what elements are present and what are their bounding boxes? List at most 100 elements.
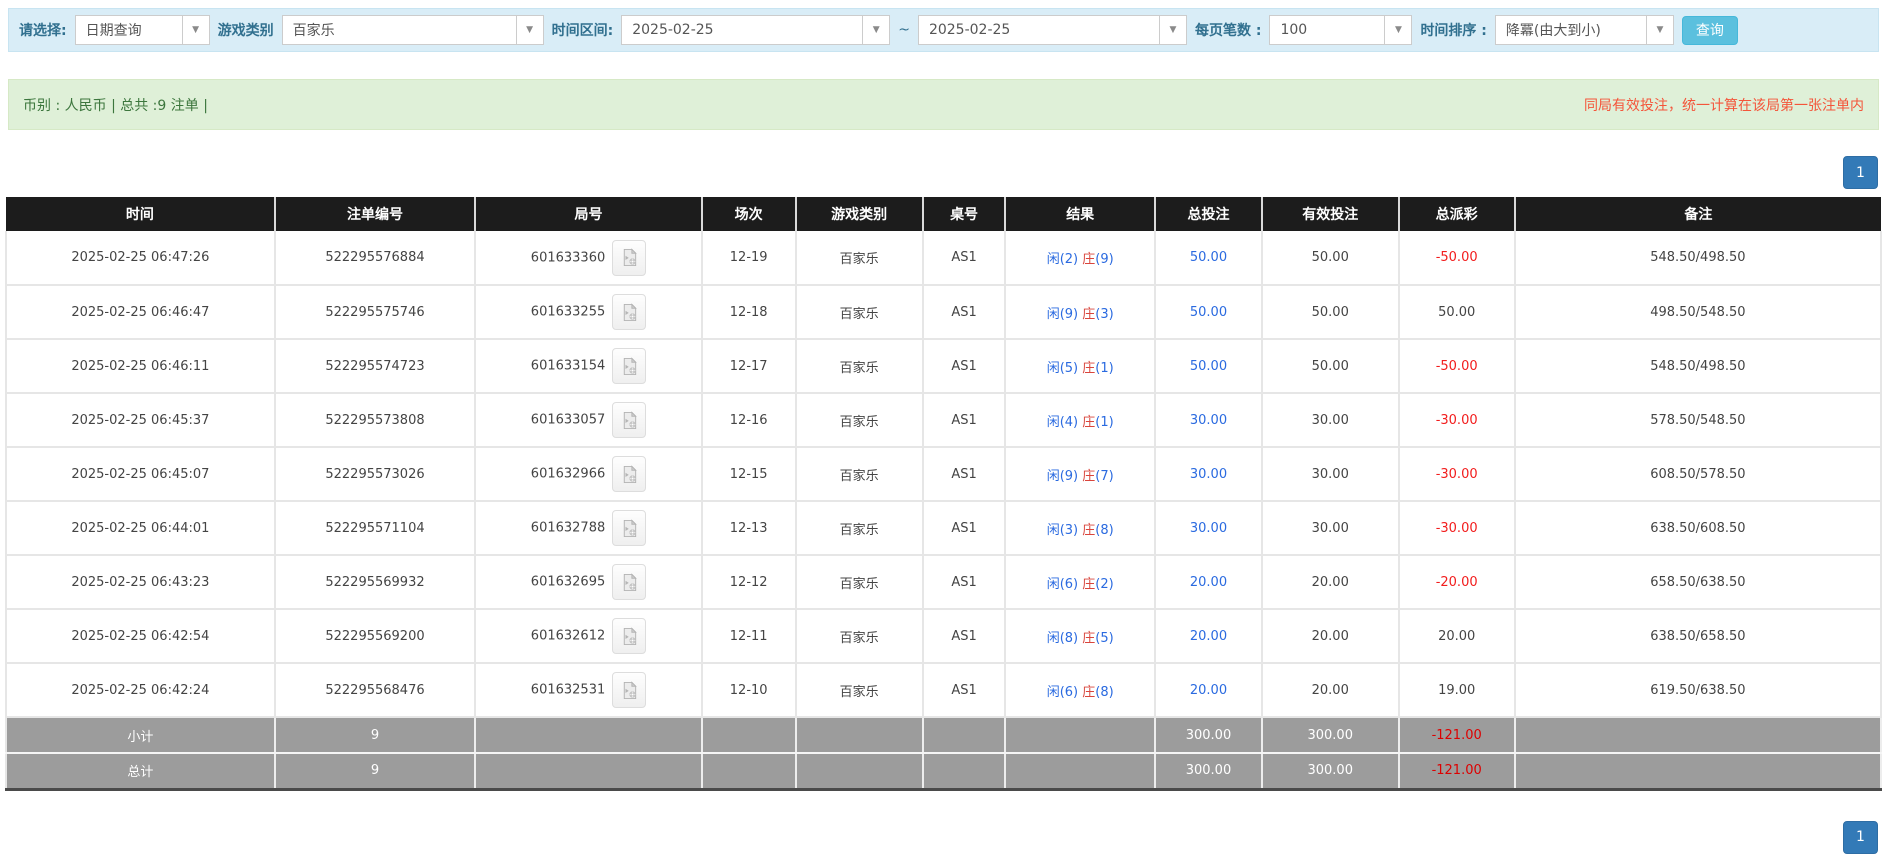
- currency-total-text: 币别 : 人民币 | 总共 :9 注单 |: [23, 95, 208, 115]
- cell-time: 2025-02-25 06:46:11: [6, 339, 275, 393]
- table-row: 2025-02-25 06:43:23522295569932601632695…: [6, 555, 1881, 609]
- total-row: 总计9300.00300.00-121.00: [6, 753, 1881, 789]
- cell-valid-bet: 50.00: [1262, 339, 1399, 393]
- video-record-button[interactable]: [612, 672, 646, 708]
- cell-remark: 638.50/608.50: [1515, 501, 1881, 555]
- cell-bet-id: 522295575746: [275, 285, 475, 339]
- table-body: 2025-02-25 06:47:26522295576884601633360…: [6, 231, 1881, 789]
- round-id-text: 601633360: [531, 250, 605, 265]
- summary-label: 总计: [6, 753, 275, 789]
- cell-remark: 608.50/578.50: [1515, 447, 1881, 501]
- pagination-page-1[interactable]: 1: [1843, 156, 1878, 189]
- cell-round-id: 601633255: [475, 285, 702, 339]
- pagination-page-1[interactable]: 1: [1843, 821, 1878, 854]
- column-header-3: 场次: [702, 197, 796, 231]
- query-type-select[interactable]: 日期查询 ▼: [75, 15, 210, 45]
- cell-bet-id: 522295573808: [275, 393, 475, 447]
- result-banker-score: (5): [1095, 631, 1113, 646]
- result-player: 闲(5): [1047, 361, 1078, 376]
- game-category-select[interactable]: 百家乐 ▼: [282, 15, 544, 45]
- cell-total-bet: 20.00: [1155, 609, 1262, 663]
- cell-table-no: AS1: [923, 393, 1005, 447]
- video-record-button[interactable]: [612, 402, 646, 438]
- date-to-value: 2025-02-25: [919, 22, 1159, 38]
- cell-total-bet: 50.00: [1155, 339, 1262, 393]
- video-record-icon: [620, 248, 639, 267]
- cell-round-id: 601633154: [475, 339, 702, 393]
- table-row: 2025-02-25 06:44:01522295571104601632788…: [6, 501, 1881, 555]
- date-to-select[interactable]: 2025-02-25 ▼: [918, 15, 1187, 45]
- round-id-text: 601632531: [531, 683, 605, 698]
- cell-session: 12-15: [702, 447, 796, 501]
- cell-total-bet: 20.00: [1155, 663, 1262, 717]
- cell-payout: -30.00: [1399, 501, 1515, 555]
- table-row: 2025-02-25 06:46:11522295574723601633154…: [6, 339, 1881, 393]
- search-button[interactable]: 查询: [1682, 16, 1738, 45]
- cell-game-category: 百家乐: [796, 393, 923, 447]
- table-row: 2025-02-25 06:42:24522295568476601632531…: [6, 663, 1881, 717]
- cell-table-no: AS1: [923, 663, 1005, 717]
- table-row: 2025-02-25 06:42:54522295569200601632612…: [6, 609, 1881, 663]
- column-header-7: 总投注: [1155, 197, 1262, 231]
- video-record-button[interactable]: [612, 294, 646, 330]
- video-record-button[interactable]: [612, 564, 646, 600]
- cell-round-id: 601633360: [475, 231, 702, 285]
- cell-total-bet: 30.00: [1155, 393, 1262, 447]
- result-banker-score: (1): [1095, 361, 1113, 376]
- video-record-button[interactable]: [612, 510, 646, 546]
- cell-total-bet: 20.00: [1155, 555, 1262, 609]
- cell-payout: -30.00: [1399, 393, 1515, 447]
- cell-payout: -50.00: [1399, 231, 1515, 285]
- result-banker-label: 庄: [1082, 307, 1095, 322]
- cell-total-bet: 50.00: [1155, 285, 1262, 339]
- round-id-text: 601632612: [531, 629, 605, 644]
- summary-total-bet: 300.00: [1155, 753, 1262, 789]
- cell-session: 12-12: [702, 555, 796, 609]
- cell-total-bet: 30.00: [1155, 447, 1262, 501]
- per-page-select[interactable]: 100 ▼: [1269, 15, 1412, 45]
- cell-game-category: 百家乐: [796, 339, 923, 393]
- cell-table-no: AS1: [923, 339, 1005, 393]
- cell-table-no: AS1: [923, 231, 1005, 285]
- time-sort-select[interactable]: 降冪(由大到小) ▼: [1495, 15, 1674, 45]
- result-player: 闲(6): [1047, 685, 1078, 700]
- per-page-label: 每页笔数 :: [1195, 20, 1261, 40]
- cell-time: 2025-02-25 06:46:47: [6, 285, 275, 339]
- result-banker-label: 庄: [1082, 631, 1095, 646]
- pagination-top: 1: [9, 156, 1878, 189]
- cell-valid-bet: 20.00: [1262, 555, 1399, 609]
- column-header-5: 桌号: [923, 197, 1005, 231]
- cell-payout: -20.00: [1399, 555, 1515, 609]
- result-banker-score: (8): [1095, 685, 1113, 700]
- cell-bet-id: 522295573026: [275, 447, 475, 501]
- cell-table-no: AS1: [923, 555, 1005, 609]
- chevron-down-icon: ▼: [1384, 16, 1411, 44]
- cell-remark: 619.50/638.50: [1515, 663, 1881, 717]
- round-id-text: 601633255: [531, 305, 605, 320]
- result-player: 闲(4): [1047, 415, 1078, 430]
- cell-payout: 50.00: [1399, 285, 1515, 339]
- video-record-button[interactable]: [612, 456, 646, 492]
- column-header-6: 结果: [1005, 197, 1155, 231]
- cell-game-category: 百家乐: [796, 447, 923, 501]
- date-from-select[interactable]: 2025-02-25 ▼: [621, 15, 890, 45]
- cell-valid-bet: 30.00: [1262, 447, 1399, 501]
- cell-result: 闲(9) 庄(3): [1005, 285, 1155, 339]
- per-page-value: 100: [1270, 22, 1384, 38]
- video-record-icon: [620, 627, 639, 646]
- column-header-8: 有效投注: [1262, 197, 1399, 231]
- video-record-button[interactable]: [612, 348, 646, 384]
- cell-session: 12-11: [702, 609, 796, 663]
- cell-round-id: 601632788: [475, 501, 702, 555]
- video-record-button[interactable]: [612, 618, 646, 654]
- chevron-down-icon: ▼: [516, 16, 543, 44]
- cell-valid-bet: 20.00: [1262, 609, 1399, 663]
- video-record-icon: [620, 519, 639, 538]
- result-player: 闲(2): [1047, 252, 1078, 267]
- chevron-down-icon: ▼: [182, 16, 209, 44]
- query-type-label: 请选择:: [19, 20, 67, 40]
- video-record-button[interactable]: [612, 240, 646, 276]
- cell-time: 2025-02-25 06:43:23: [6, 555, 275, 609]
- cell-session: 12-19: [702, 231, 796, 285]
- cell-time: 2025-02-25 06:45:37: [6, 393, 275, 447]
